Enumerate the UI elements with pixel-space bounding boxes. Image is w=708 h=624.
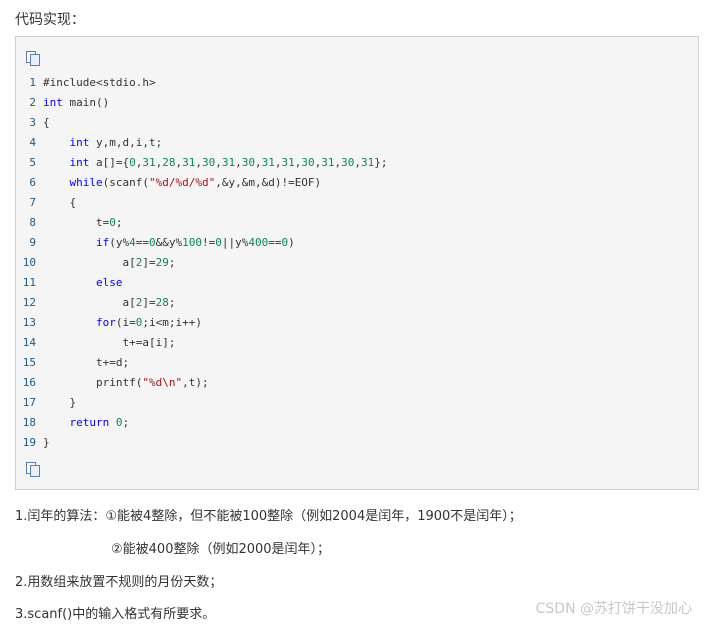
code-block: 1 #include<stdio.h> 2 int main() 3{ 4 int … (15, 36, 699, 490)
code-lines: 1 #include<stdio.h> 2 int main() 3{ 4 int … (16, 73, 698, 453)
note-scanf-format: 3.scanf()中的输入格式有所要求。 (15, 607, 216, 622)
code-line: 13 for(i=0;i<m;i++) (22, 316, 202, 329)
code-line: 17 } (22, 396, 77, 409)
code-line: 10 a[2]=29; (22, 256, 176, 269)
code-line: 5 int a[]={0,31,28,31,30,31,30,31,31,30,… (29, 156, 388, 169)
code-line: 6 while(scanf("%d/%d/%d",&y,&m,&d)!=EOF) (29, 176, 322, 189)
code-line: 16 printf("%d\n",t); (22, 376, 209, 389)
copy-icon[interactable] (26, 51, 40, 66)
code-line: 7 { (29, 196, 77, 209)
code-line: 2 int main() (29, 96, 110, 109)
watermark: CSDN @苏打饼干没加心 (535, 601, 692, 617)
code-line: 15 t+=d; (22, 356, 130, 369)
code-line: 12 a[2]=28; (22, 296, 176, 309)
code-line: 1 #include<stdio.h> (29, 76, 156, 89)
note-month-days-array: 2.用数组来放置不规则的月份天数； (15, 575, 223, 590)
copy-icon[interactable] (26, 462, 40, 477)
code-line: 18 return 0; (22, 416, 130, 429)
code-line: 11 else (22, 276, 123, 289)
code-line: 14 t+=a[i]; (22, 336, 176, 349)
note-leap-year-rule-2: ②能被400整除（例如2000是闰年）； (111, 542, 331, 557)
code-line: 19} (22, 436, 50, 449)
section-heading: 代码实现： (15, 12, 85, 28)
code-line: 3{ (29, 116, 50, 129)
code-line: 9 if(y%4==0&&y%100!=0||y%400==0) (29, 236, 295, 249)
note-leap-year-rule-1: 1.闰年的算法：①能被4整除，但不能被100整除（例如2004是闰年，1900不… (15, 509, 522, 524)
code-line: 4 int y,m,d,i,t; (29, 136, 163, 149)
code-line: 8 t=0; (29, 216, 123, 229)
